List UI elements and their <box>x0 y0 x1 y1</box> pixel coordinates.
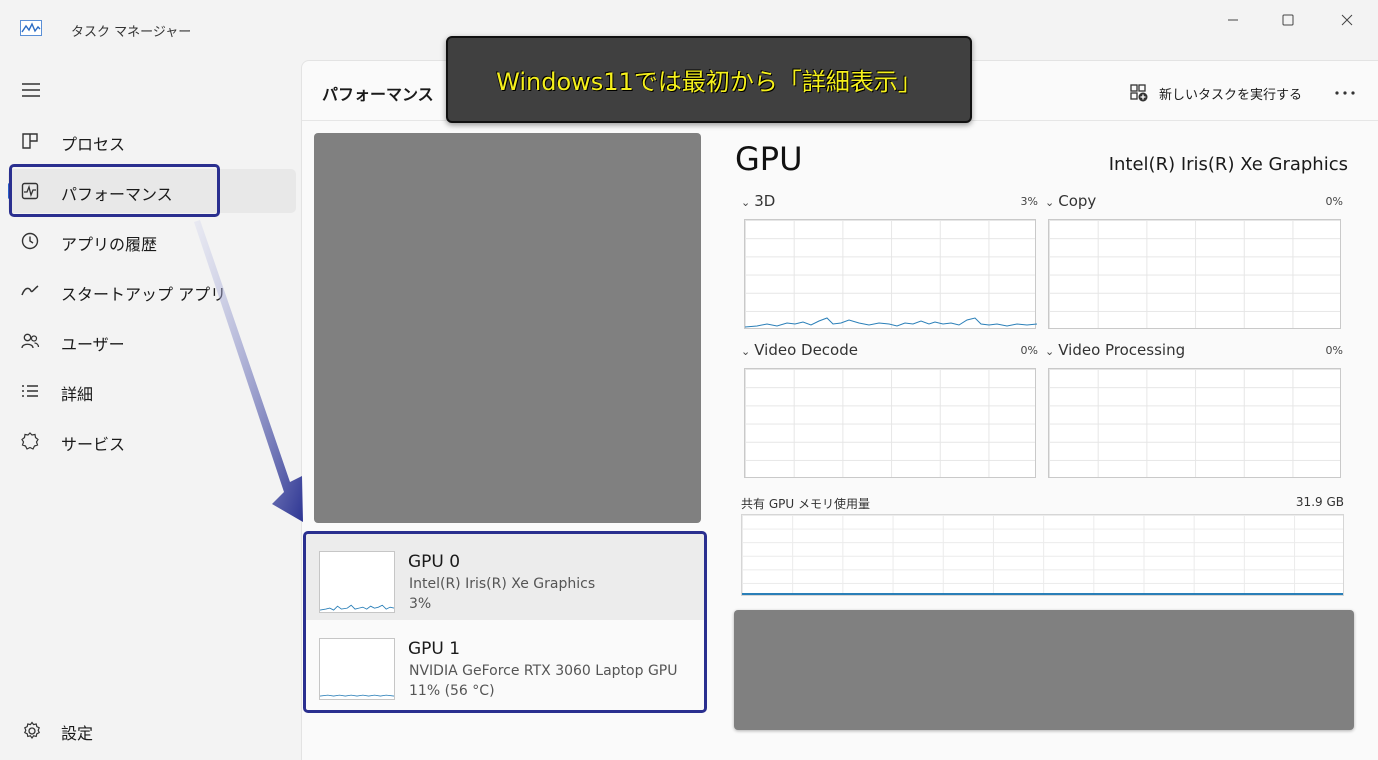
services-icon <box>21 432 39 450</box>
history-icon <box>21 232 39 250</box>
users-icon <box>21 333 40 349</box>
chevron-down-icon: ⌄ <box>741 196 751 209</box>
redacted-area <box>734 610 1354 730</box>
new-task-icon <box>1130 84 1148 102</box>
shared-memory-value: 31.9 GB <box>1295 495 1344 509</box>
shared-memory-line <box>742 593 1343 595</box>
maximize-button[interactable] <box>1265 8 1311 32</box>
sidebar-item-label: プロセス <box>61 135 126 154</box>
callout-text: Windows11では最初から「詳細表示」 <box>496 68 922 96</box>
detail-gpu-name: Intel(R) Iris(R) Xe Graphics <box>1108 154 1348 175</box>
close-icon <box>1341 14 1353 26</box>
startup-icon <box>21 285 39 296</box>
highlight-box-gpu-list <box>303 531 707 713</box>
sidebar-item-label: アプリの履歴 <box>61 235 158 254</box>
minimize-icon <box>1228 19 1238 21</box>
engine-3d-graph <box>744 219 1038 329</box>
annotation-callout: Windows11では最初から「詳細表示」 <box>446 36 972 123</box>
engine-label: Video Processing <box>1058 341 1186 359</box>
engine-video-processing-graph <box>1048 368 1341 478</box>
gear-icon <box>24 721 40 740</box>
engine-video-decode-graph <box>744 368 1036 478</box>
processes-icon <box>22 133 38 149</box>
engine-label: Video Decode <box>754 341 858 359</box>
sidebar-item-label: 詳細 <box>61 385 94 404</box>
engine-video-decode-selector[interactable]: ⌄ Video Decode <box>741 341 858 359</box>
engine-copy-selector[interactable]: ⌄ Copy <box>1045 192 1096 210</box>
maximize-icon <box>1282 14 1294 26</box>
task-manager-icon <box>20 20 42 36</box>
run-new-task-button[interactable]: 新しいタスクを実行する <box>1129 81 1302 105</box>
engine-percent: 0% <box>1325 195 1343 208</box>
more-options-button[interactable] <box>1332 81 1358 105</box>
engine-video-processing-selector[interactable]: ⌄ Video Processing <box>1045 341 1185 359</box>
hamburger-icon[interactable] <box>20 82 42 98</box>
sidebar-item-label: ユーザー <box>61 335 125 354</box>
shared-memory-label: 共有 GPU メモリ使用量 <box>741 497 870 511</box>
chevron-down-icon: ⌄ <box>1045 345 1055 358</box>
engine-percent: 3% <box>1020 195 1038 208</box>
detail-heading: GPU <box>735 140 803 178</box>
chevron-down-icon: ⌄ <box>741 345 751 358</box>
highlight-box-performance <box>9 164 220 217</box>
more-icon <box>1335 91 1355 95</box>
engine-3d-line <box>744 317 1038 328</box>
redacted-area <box>314 133 701 523</box>
engine-3d-selector[interactable]: ⌄ 3D <box>741 192 775 210</box>
engine-label: Copy <box>1058 192 1097 210</box>
window-title: タスク マネージャー <box>71 25 192 40</box>
annotation-arrow <box>194 220 303 522</box>
sidebar-item-label: サービス <box>61 435 126 454</box>
engine-percent: 0% <box>1325 344 1343 357</box>
sidebar-item-settings[interactable]: 設定 <box>8 715 296 759</box>
close-button[interactable] <box>1324 8 1370 32</box>
sidebar-item-processes[interactable]: プロセス <box>8 119 296 163</box>
engine-copy-graph <box>1048 219 1341 329</box>
settings-label: 設定 <box>61 724 94 743</box>
page-title: パフォーマンス <box>322 85 434 104</box>
chevron-down-icon: ⌄ <box>1045 196 1055 209</box>
minimize-button[interactable] <box>1210 8 1256 32</box>
run-task-label: 新しいタスクを実行する <box>1159 87 1303 103</box>
engine-percent: 0% <box>1020 344 1038 357</box>
engine-label: 3D <box>754 192 776 210</box>
shared-memory-graph <box>741 514 1344 596</box>
details-icon <box>22 385 38 397</box>
